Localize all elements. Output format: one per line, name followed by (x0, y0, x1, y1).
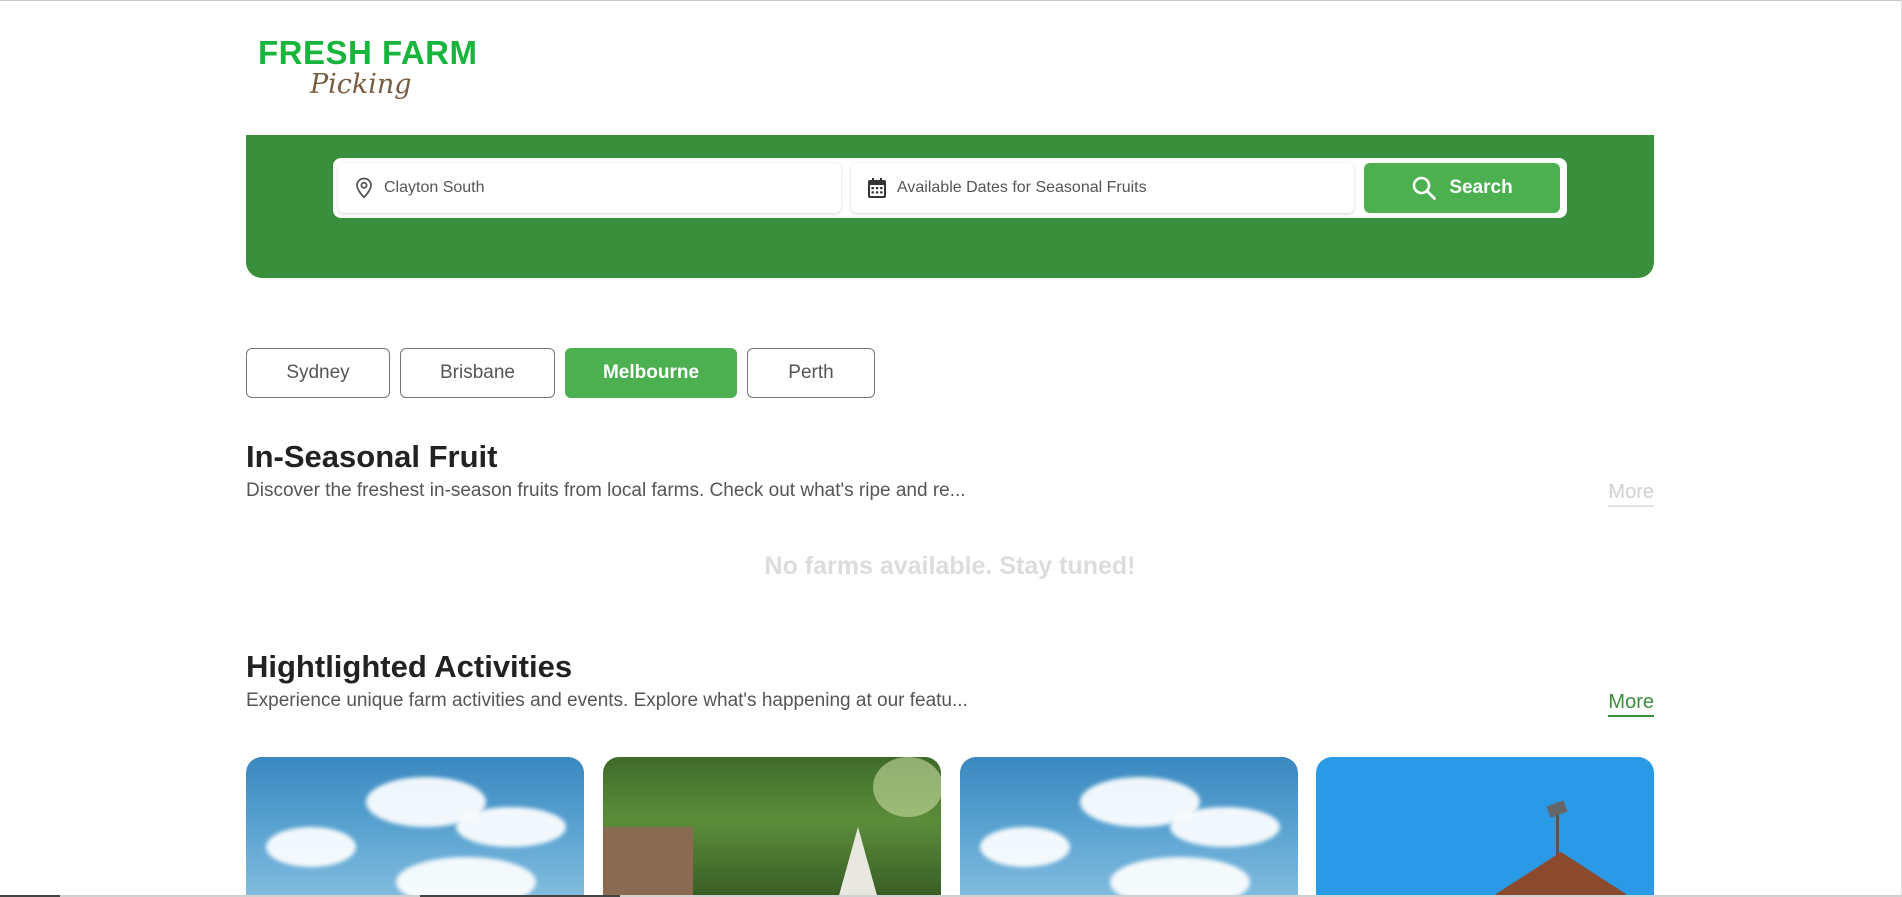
cloud-shape (980, 827, 1070, 867)
tent-shape (833, 827, 883, 897)
activity-card[interactable] (246, 757, 584, 897)
seasonal-more-link[interactable]: More (1608, 480, 1654, 507)
cloud-shape (266, 827, 356, 867)
graffiti-wall (603, 827, 693, 897)
search-button[interactable]: Search (1364, 163, 1560, 213)
activity-card[interactable] (1316, 757, 1654, 897)
search-bar: Clayton South Available Dates for Season… (333, 158, 1567, 218)
section-title: Hightlighted Activities (246, 649, 573, 684)
activity-card[interactable] (960, 757, 1298, 897)
location-value: Clayton South (384, 179, 485, 196)
map-pin-icon (354, 177, 374, 199)
tab-sydney[interactable]: Sydney (246, 348, 390, 398)
logo-script: Picking (310, 69, 412, 100)
tab-melbourne[interactable]: Melbourne (565, 348, 737, 398)
logo-wordmark: FRESH FARM (258, 34, 478, 71)
cloud-shape (1110, 857, 1250, 897)
dates-field[interactable]: Available Dates for Seasonal Fruits (851, 163, 1354, 213)
hero-search-banner: Clayton South Available Dates for Season… (246, 135, 1654, 278)
search-icon (1411, 175, 1437, 201)
cloud-shape (1170, 807, 1280, 847)
activity-cards (246, 757, 1654, 897)
tab-brisbane[interactable]: Brisbane (400, 348, 555, 398)
weathervane (1546, 800, 1568, 818)
activities-more-link[interactable]: More (1608, 690, 1654, 717)
search-button-label: Search (1449, 177, 1513, 198)
city-tabs: Sydney Brisbane Melbourne Perth (246, 348, 875, 398)
section-description: Discover the freshest in-season fruits f… (246, 480, 966, 501)
section-title: In-Seasonal Fruit (246, 439, 498, 474)
dates-placeholder: Available Dates for Seasonal Fruits (897, 179, 1147, 196)
top-border (0, 0, 1902, 1)
empty-state-message: No farms available. Stay tuned! (764, 552, 1136, 580)
calendar-icon (867, 177, 887, 199)
activities-section: Hightlighted Activities Experience uniqu… (246, 648, 1654, 728)
foliage-blur (873, 757, 941, 817)
seasonal-fruit-section: In-Seasonal Fruit Discover the freshest … (246, 438, 1654, 588)
location-field[interactable]: Clayton South (338, 163, 841, 213)
logo[interactable]: FRESH FARM Picking (258, 34, 478, 112)
cloud-shape (456, 807, 566, 847)
activity-card[interactable] (603, 757, 941, 897)
cloud-shape (396, 857, 536, 897)
section-description: Experience unique farm activities and ev… (246, 690, 968, 711)
tab-perth[interactable]: Perth (747, 348, 875, 398)
barn-roof (1496, 852, 1626, 897)
